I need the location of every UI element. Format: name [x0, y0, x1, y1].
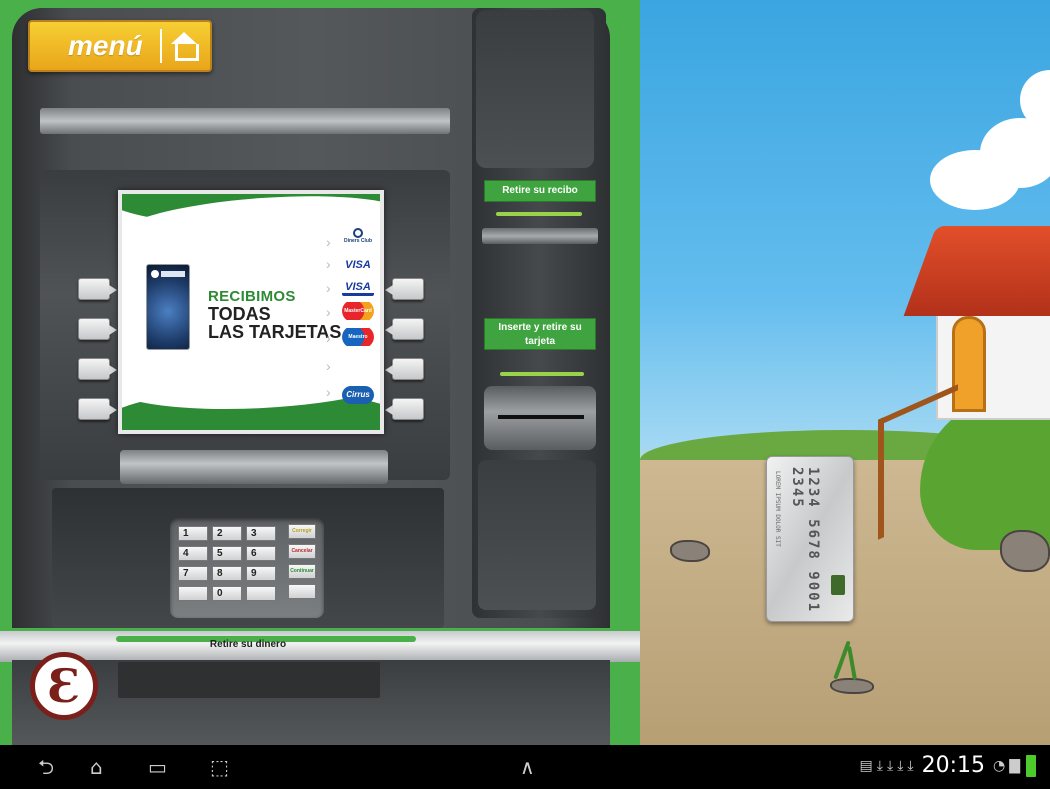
bank-card[interactable]: LOREM IPSUM DOLOR SIT 1234 5678 9001 234…	[766, 456, 854, 622]
chevron-right-icon: ›	[326, 304, 331, 320]
chevron-right-icon: ›	[326, 256, 331, 272]
card-label: Inserte y retire su tarjeta	[484, 318, 596, 350]
house-roof	[903, 226, 1050, 316]
atm-top-slot	[40, 108, 450, 134]
status-area: ▤ ⤓ ⤓ ⤓ ⤓ 20:15 ◔ ▇	[860, 753, 1036, 778]
atm-lower-right-panel	[478, 460, 596, 610]
maestro-logo: Maestro	[342, 328, 374, 346]
receipt-label: Retire su recibo	[484, 180, 596, 202]
receipt-housing	[476, 10, 594, 168]
menu-label: menú	[68, 30, 143, 61]
visa-electron-logo: VISA	[342, 278, 374, 296]
visa-logo: VISA	[342, 256, 374, 274]
mastercard-logo: MasterCard	[342, 302, 374, 320]
menu-divider	[160, 29, 162, 63]
screen-left-button-2[interactable]	[78, 318, 117, 340]
screen-right-button-4[interactable]	[385, 398, 424, 420]
key-5[interactable]: 5	[212, 546, 242, 561]
cloud	[980, 118, 1050, 188]
ear-icon: Ɛ	[47, 659, 81, 713]
key-3[interactable]: 3	[246, 526, 276, 541]
key-blank-left[interactable]	[178, 586, 208, 601]
screen-left-button-4[interactable]	[78, 398, 117, 420]
continue-button[interactable]: Continuar	[288, 564, 316, 579]
rock	[830, 678, 874, 694]
screen-right-button-1[interactable]	[385, 278, 424, 300]
download-icon: ⤓	[897, 757, 904, 774]
screen-shelf	[120, 450, 388, 484]
key-blank-right[interactable]	[246, 586, 276, 601]
key-blank-fn[interactable]	[288, 584, 316, 599]
menu-button[interactable]: menú	[28, 20, 212, 72]
key-0[interactable]: 0	[212, 586, 242, 601]
recents-icon[interactable]: ▭	[148, 757, 167, 777]
sd-card-icon: ▤	[859, 757, 873, 774]
key-9[interactable]: 9	[246, 566, 276, 581]
home-icon	[170, 32, 199, 61]
card-holder-name: LOREM IPSUM DOLOR SIT	[774, 471, 781, 547]
promo-line2: TODAS	[208, 304, 271, 324]
receipt-slot-light	[496, 212, 582, 216]
promo-line1: RECIBIMOS	[208, 288, 296, 305]
outdoor-scene	[640, 0, 1050, 745]
wifi-icon: ◔	[993, 757, 1006, 774]
signal-icon: ▇	[1009, 757, 1020, 774]
back-icon[interactable]: ⮌	[38, 757, 54, 777]
card-number: 1234 5678 9001 2345	[789, 467, 821, 614]
screen-right-button-3[interactable]	[385, 358, 424, 380]
chevron-right-icon: ›	[326, 384, 331, 400]
download-icon: ⤓	[876, 757, 883, 774]
chevron-right-icon: ›	[326, 358, 331, 374]
atm-scene: RECIBIMOS TODAS LAS TARJETAS › › › › › ›…	[0, 0, 640, 745]
cash-label: Retire su dinero	[209, 639, 287, 650]
keypad: 1 2 3 Corregir 4 5 6 Cancelar 7 8 9 Cont…	[170, 518, 324, 618]
chevron-right-icon: ›	[326, 280, 331, 296]
promo-card-image	[146, 264, 190, 350]
receipt-slot[interactable]	[482, 228, 598, 244]
promo-text: RECIBIMOS TODAS LAS TARJETAS	[208, 288, 341, 341]
rock	[1000, 530, 1050, 572]
cash-dispenser[interactable]	[0, 628, 640, 662]
up-arrow-icon[interactable]: ∧	[520, 757, 535, 777]
clock: 20:15	[921, 753, 985, 778]
cancel-button[interactable]: Cancelar	[288, 544, 316, 559]
screen-left-button-3[interactable]	[78, 358, 117, 380]
key-8[interactable]: 8	[212, 566, 242, 581]
key-7[interactable]: 7	[178, 566, 208, 581]
card-slot-light	[500, 372, 584, 376]
screen-right-button-2[interactable]	[385, 318, 424, 340]
download-icon: ⤓	[886, 757, 894, 774]
key-4[interactable]: 4	[178, 546, 208, 561]
key-6[interactable]: 6	[246, 546, 276, 561]
key-2[interactable]: 2	[212, 526, 242, 541]
screenshot-icon[interactable]: ⬚	[210, 757, 229, 777]
cash-tray	[118, 662, 380, 698]
correct-button[interactable]: Corregir	[288, 524, 316, 539]
card-slot	[498, 415, 584, 419]
promo-line3: LAS TARJETAS	[208, 322, 342, 342]
chevron-right-icon: ›	[326, 234, 331, 250]
key-1[interactable]: 1	[178, 526, 208, 541]
system-navbar: ⮌ ⌂ ▭ ⬚ ∧ ▤ ⤓ ⤓ ⤓ ⤓ 20:15 ◔ ▇	[0, 745, 1050, 789]
diners-club-logo: Diners Club	[342, 228, 374, 246]
atm-screen: RECIBIMOS TODAS LAS TARJETAS › › › › › ›…	[118, 190, 384, 434]
chevron-right-icon: ›	[326, 330, 331, 346]
card-bank-logo	[831, 575, 845, 595]
battery-icon	[1026, 754, 1036, 777]
screen-left-button-1[interactable]	[78, 278, 117, 300]
home-nav-icon[interactable]: ⌂	[90, 757, 103, 777]
rock	[670, 540, 710, 562]
cirrus-logo: Cirrus	[342, 386, 374, 404]
ear-audio-button[interactable]: Ɛ	[30, 652, 98, 720]
download-icon: ⤓	[907, 757, 914, 774]
